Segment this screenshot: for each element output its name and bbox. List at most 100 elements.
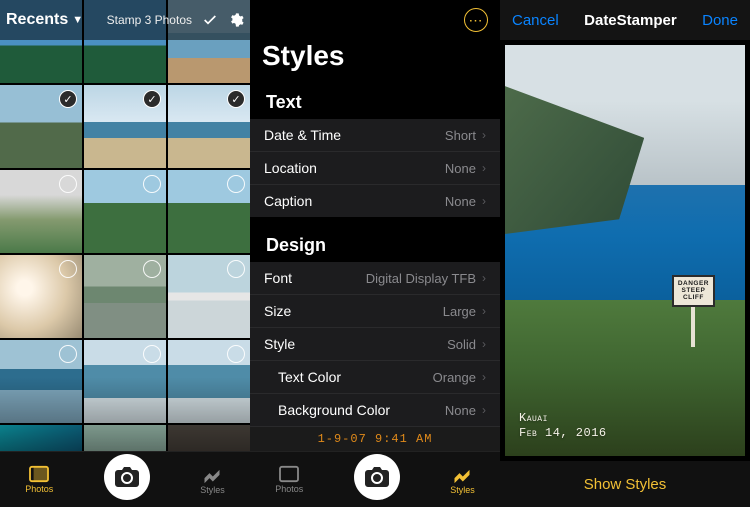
cancel-button[interactable]: Cancel: [512, 12, 559, 29]
photo-thumb[interactable]: [168, 170, 250, 253]
date-preview-bar: 1-9-07 9:41 AM: [250, 427, 500, 451]
album-label: Recents: [6, 11, 68, 29]
sign-line: CLIFF: [678, 294, 709, 301]
tab-label: Photos: [25, 484, 53, 494]
cell-value: Large: [443, 304, 476, 319]
cell-group-text: Date & Time Short › Location None › Capt…: [250, 119, 500, 217]
photo-thumb[interactable]: [168, 255, 250, 338]
done-button[interactable]: Done: [702, 12, 738, 29]
danger-sign: DANGER STEEP CLIFF: [672, 275, 715, 346]
chevron-right-icon: ›: [482, 370, 486, 384]
select-ring-icon[interactable]: [227, 345, 245, 363]
chevron-right-icon: ›: [482, 271, 486, 285]
select-ring-icon[interactable]: [143, 90, 161, 108]
chevron-right-icon: ›: [482, 403, 486, 417]
nav-bar: Cancel DateStamper Done: [500, 0, 750, 40]
chevron-right-icon: ›: [482, 194, 486, 208]
more-icon[interactable]: ⋯: [464, 8, 488, 32]
tab-photos[interactable]: Photos: [25, 465, 53, 494]
tab-label: Photos: [275, 484, 303, 494]
photo-thumb[interactable]: [0, 340, 82, 423]
gear-icon[interactable]: [228, 12, 244, 28]
select-ring-icon[interactable]: [227, 175, 245, 193]
tab-bar: Photos Styles: [0, 451, 250, 507]
photo-thumb[interactable]: [84, 340, 166, 423]
photo-thumb[interactable]: [168, 85, 250, 168]
nav-title: DateStamper: [584, 12, 677, 29]
cell-label: Size: [264, 303, 291, 319]
chevron-right-icon: ›: [482, 161, 486, 175]
tab-label: Styles: [200, 485, 225, 495]
cell-location[interactable]: Location None ›: [250, 152, 500, 185]
tab-bar: Photos Styles: [250, 451, 500, 507]
tab-styles[interactable]: Styles: [450, 464, 475, 495]
cell-background-color[interactable]: Background Color None ›: [250, 394, 500, 427]
cell-label: Caption: [264, 193, 312, 209]
photo-thumb[interactable]: [84, 255, 166, 338]
photo-thumb[interactable]: [0, 85, 82, 168]
stamp-count-label: Stamp 3 Photos: [107, 13, 192, 27]
cell-label: Background Color: [278, 402, 390, 418]
camera-button[interactable]: [104, 454, 150, 500]
chevron-down-icon: ▼: [72, 14, 83, 26]
select-ring-icon[interactable]: [59, 345, 77, 363]
cell-style[interactable]: Style Solid ›: [250, 328, 500, 361]
cell-caption[interactable]: Caption None ›: [250, 185, 500, 217]
photo-grid: [0, 0, 250, 507]
photo-thumb[interactable]: [84, 170, 166, 253]
cell-text-color[interactable]: Text Color Orange ›: [250, 361, 500, 394]
cell-value: Digital Display TFB: [366, 271, 476, 286]
cell-value: Short: [445, 128, 476, 143]
photo-thumb[interactable]: [0, 255, 82, 338]
styles-settings-pane: ⋯ Styles Text Date & Time Short › Locati…: [250, 0, 500, 507]
tab-styles[interactable]: Styles: [200, 464, 225, 495]
tab-label: Styles: [450, 485, 475, 495]
photo-image: DANGER STEEP CLIFF Kauai Feb 14, 2016: [505, 45, 745, 456]
tab-photos[interactable]: Photos: [275, 465, 303, 494]
select-ring-icon[interactable]: [143, 260, 161, 278]
photo-preview[interactable]: DANGER STEEP CLIFF Kauai Feb 14, 2016: [500, 40, 750, 461]
select-ring-icon[interactable]: [143, 345, 161, 363]
cell-value: None: [445, 403, 476, 418]
photo-thumb[interactable]: [84, 85, 166, 168]
cell-value: Solid: [447, 337, 476, 352]
select-ring-icon[interactable]: [143, 175, 161, 193]
select-ring-icon[interactable]: [59, 260, 77, 278]
chevron-right-icon: ›: [482, 304, 486, 318]
section-header-design: Design: [250, 229, 500, 262]
cell-label: Text Color: [278, 369, 341, 385]
select-all-icon[interactable]: [202, 12, 218, 28]
select-ring-icon[interactable]: [59, 175, 77, 193]
select-ring-icon[interactable]: [227, 90, 245, 108]
cell-label: Style: [264, 336, 295, 352]
album-selector[interactable]: Recents ▼: [6, 11, 83, 29]
preview-pane: Cancel DateStamper Done DANGER STEEP CLI…: [500, 0, 750, 507]
select-ring-icon[interactable]: [227, 260, 245, 278]
section-header-text: Text: [250, 86, 500, 119]
cell-font[interactable]: Font Digital Display TFB ›: [250, 262, 500, 295]
cell-date-time[interactable]: Date & Time Short ›: [250, 119, 500, 152]
camera-button[interactable]: [354, 454, 400, 500]
cell-value: Orange: [433, 370, 476, 385]
chevron-right-icon: ›: [482, 337, 486, 351]
cell-label: Font: [264, 270, 292, 286]
cell-size[interactable]: Size Large ›: [250, 295, 500, 328]
date-stamp-overlay: Kauai Feb 14, 2016: [519, 411, 607, 442]
cell-label: Location: [264, 160, 317, 176]
chevron-right-icon: ›: [482, 128, 486, 142]
select-ring-icon[interactable]: [59, 90, 77, 108]
stamp-date: Feb 14, 2016: [519, 426, 607, 442]
photo-picker-pane: Recents ▼ Stamp 3 Photos Photos Styles: [0, 0, 250, 507]
styles-header-bar: ⋯: [250, 0, 500, 40]
cell-value: None: [445, 194, 476, 209]
show-styles-button[interactable]: Show Styles: [584, 476, 667, 493]
page-title: Styles: [250, 40, 500, 86]
cell-value: None: [445, 161, 476, 176]
cell-label: Date & Time: [264, 127, 341, 143]
photo-thumb[interactable]: [0, 170, 82, 253]
photo-thumb[interactable]: [168, 340, 250, 423]
picker-header: Recents ▼ Stamp 3 Photos: [0, 0, 250, 40]
preview-toolbar: Show Styles: [500, 461, 750, 507]
sign-line: DANGER: [678, 280, 709, 287]
stamp-location: Kauai: [519, 411, 607, 427]
